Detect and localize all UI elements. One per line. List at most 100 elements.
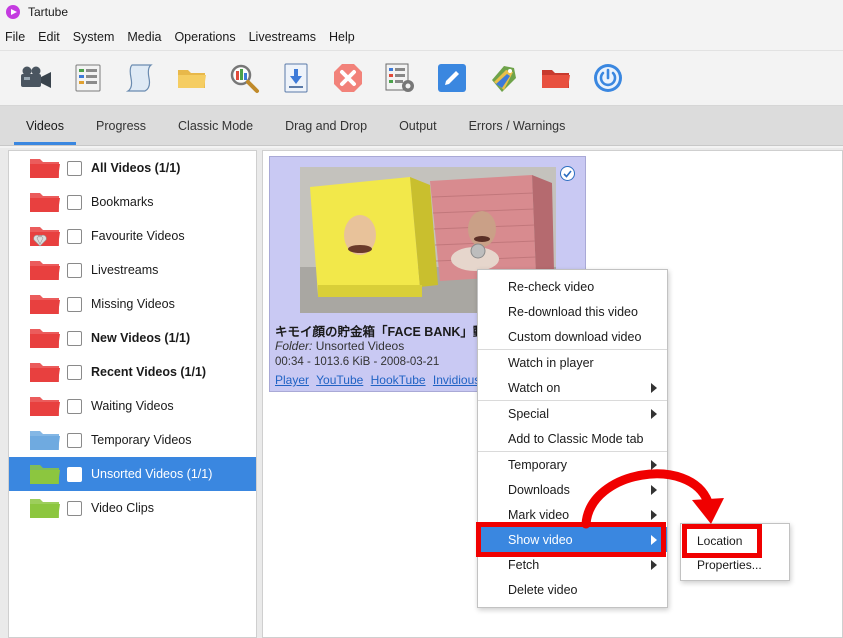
sidebar-checkbox[interactable] (67, 330, 82, 346)
sidebar-checkbox[interactable] (67, 398, 82, 414)
sidebar-item[interactable]: Livestreams (9, 253, 256, 287)
sidebar-item[interactable]: Waiting Videos (9, 389, 256, 423)
sidebar-item-label: Livestreams (91, 263, 159, 277)
tab-errors-warnings[interactable]: Errors / Warnings (453, 106, 582, 145)
sidebar-checkbox[interactable] (67, 228, 82, 244)
add-channel-button[interactable] (62, 56, 114, 100)
folder-icon (29, 394, 61, 418)
sidebar-item-label: New Videos (1/1) (91, 331, 191, 345)
context-menu-item[interactable]: Custom download video (478, 324, 667, 349)
sidebar-item-label: Temporary Videos (91, 433, 192, 447)
sidebar-item[interactable]: All Videos (1/1) (9, 151, 256, 185)
edit-button[interactable] (426, 56, 478, 100)
folder-sidebar: All Videos (1/1) Bookmarks Favourite Video… (8, 150, 257, 638)
context-menu-item-label: Special (508, 406, 549, 421)
sidebar-checkbox[interactable] (67, 296, 82, 312)
sidebar-checkbox[interactable] (67, 262, 82, 278)
folder-icon (29, 428, 61, 452)
context-menu-item-label: Re-download this video (508, 304, 638, 319)
downloaded-check-icon (560, 166, 575, 181)
open-folder-button[interactable] (530, 56, 582, 100)
sidebar-item-label: Unsorted Videos (1/1) (91, 467, 213, 481)
sidebar-checkbox[interactable] (67, 432, 82, 448)
sidebar-checkbox[interactable] (67, 364, 82, 380)
sidebar-checkbox[interactable] (67, 500, 82, 516)
context-menu-item-label: Watch in player (508, 355, 594, 370)
video-metadata: 00:34 - 1013.6 KiB - 2008-03-21 (275, 356, 440, 368)
submenu-arrow-icon (651, 485, 657, 495)
video-folder: Folder: Unsorted Videos (275, 339, 404, 353)
tartube-app-icon (6, 5, 20, 19)
context-menu-item[interactable]: Downloads (478, 477, 667, 502)
tab-progress[interactable]: Progress (80, 106, 162, 145)
sidebar-checkbox[interactable] (67, 466, 82, 482)
sidebar-item[interactable]: Temporary Videos (9, 423, 256, 457)
context-menu-item[interactable]: Temporary (478, 452, 667, 477)
context-menu-item[interactable]: Watch in player (478, 350, 667, 375)
context-menu-item-label: Watch on (508, 380, 561, 395)
annotation-box-location (682, 524, 762, 558)
context-menu-item-label: Downloads (508, 482, 570, 497)
menu-file[interactable]: File (5, 30, 25, 44)
search-magnifier-icon (230, 64, 259, 93)
submenu-arrow-icon (651, 383, 657, 393)
video-folder-value: Unsorted Videos (315, 339, 405, 353)
tags-icon (492, 66, 516, 92)
tags-button[interactable] (478, 56, 530, 100)
menu-system[interactable]: System (73, 30, 115, 44)
context-menu-item[interactable]: Special (478, 401, 667, 426)
sidebar-item-label: Recent Videos (1/1) (91, 365, 207, 379)
context-menu-item[interactable]: Re-check video (478, 274, 667, 299)
context-menu-item[interactable]: Delete video (478, 577, 667, 602)
download-all-button[interactable] (270, 56, 322, 100)
sidebar-item[interactable]: Video Clips (9, 491, 256, 525)
folder-icon (29, 462, 61, 486)
link-youtube[interactable]: YouTube (316, 373, 363, 387)
context-menu-item-label: Mark video (508, 507, 570, 522)
sidebar-checkbox[interactable] (67, 194, 82, 210)
sidebar-item-label: Waiting Videos (91, 399, 174, 413)
sidebar-item[interactable]: Missing Videos (9, 287, 256, 321)
tab-videos[interactable]: Videos (10, 106, 80, 145)
sidebar-item-label: Favourite Videos (91, 229, 185, 243)
context-menu-item[interactable]: Re-download this video (478, 299, 667, 324)
folder-icon (29, 326, 61, 350)
folder-icon (29, 190, 61, 214)
stop-icon (334, 64, 362, 92)
sidebar-item[interactable]: New Videos (1/1) (9, 321, 256, 355)
sidebar-item[interactable]: Unsorted Videos (1/1) (9, 457, 256, 491)
playlist-scroll-icon (125, 64, 153, 92)
menu-operations[interactable]: Operations (174, 30, 235, 44)
menu-help[interactable]: Help (329, 30, 355, 44)
sidebar-item[interactable]: Bookmarks (9, 185, 256, 219)
context-menu-item[interactable]: Watch on (478, 375, 667, 400)
context-menu-item[interactable]: Add to Classic Mode tab (478, 426, 667, 451)
tab-output[interactable]: Output (383, 106, 453, 145)
add-playlist-button[interactable] (114, 56, 166, 100)
quit-button[interactable] (582, 56, 634, 100)
link-player[interactable]: Player (275, 373, 309, 387)
check-all-button[interactable] (218, 56, 270, 100)
add-video-button[interactable] (10, 56, 62, 100)
edit-pencil-icon (438, 64, 466, 92)
link-hooktube[interactable]: HookTube (371, 373, 426, 387)
sidebar-item[interactable]: Recent Videos (1/1) (9, 355, 256, 389)
folder-icon (29, 292, 61, 316)
tab-classic-mode[interactable]: Classic Mode (162, 106, 269, 145)
tab-drag-and-drop[interactable]: Drag and Drop (269, 106, 383, 145)
stop-button[interactable] (322, 56, 374, 100)
sidebar-item-label: Missing Videos (91, 297, 175, 311)
menu-edit[interactable]: Edit (38, 30, 60, 44)
context-menu-item-label: Fetch (508, 557, 540, 572)
sidebar-item[interactable]: Favourite Videos (9, 219, 256, 253)
submenu-arrow-icon (651, 460, 657, 470)
window-title: Tartube (28, 5, 69, 19)
add-folder-button[interactable] (166, 56, 218, 100)
sidebar-checkbox[interactable] (67, 160, 82, 176)
system-preferences-button[interactable] (374, 56, 426, 100)
link-invidious[interactable]: Invidious (433, 373, 480, 387)
menu-media[interactable]: Media (127, 30, 161, 44)
menu-livestreams[interactable]: Livestreams (249, 30, 316, 44)
submenu-arrow-icon (651, 409, 657, 419)
folder-icon (29, 360, 61, 384)
